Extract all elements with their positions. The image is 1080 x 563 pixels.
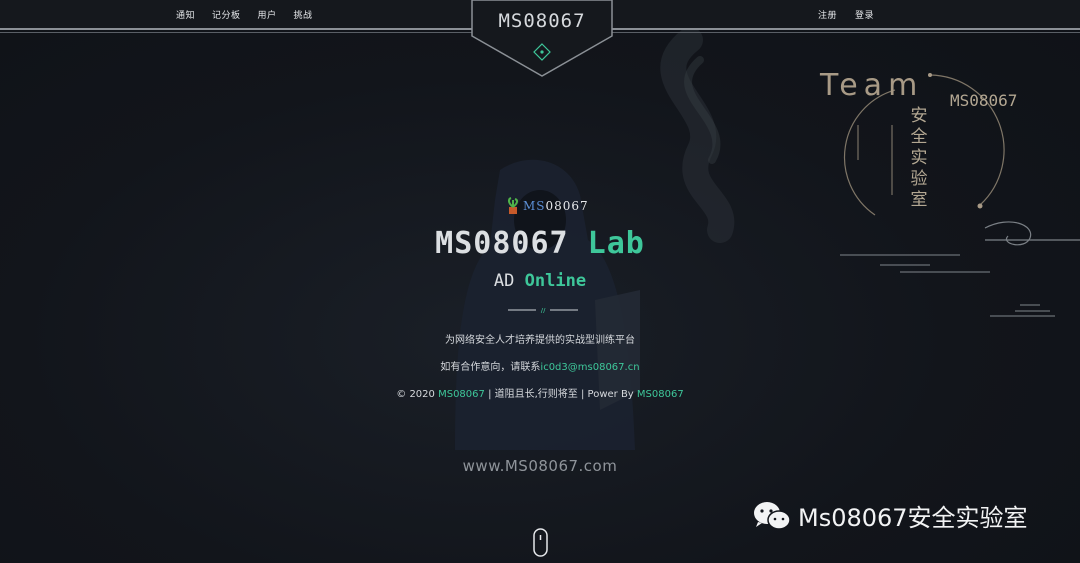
- logo-ms-part: MS: [523, 199, 546, 213]
- hero-title-accent: Lab: [587, 226, 645, 261]
- wechat-icon: [754, 501, 791, 530]
- website-url: www.MS08067.com: [462, 457, 618, 475]
- hero-title-main: MS08067: [435, 226, 569, 261]
- hero-subtitle: AD Online: [0, 271, 1080, 291]
- nav-login[interactable]: 登录: [855, 8, 874, 21]
- footer-middle-text: | 道阻且长,行则将至 | Power By: [488, 389, 634, 400]
- nav-challenges[interactable]: 挑战: [294, 8, 313, 21]
- footer-brand-link-1[interactable]: MS08067: [438, 389, 485, 400]
- brand-badge[interactable]: MS08067: [470, 0, 614, 78]
- wechat-watermark: Ms08067安全实验室: [752, 498, 1028, 533]
- hero-subtitle-accent: Online: [524, 271, 587, 291]
- footer-copyright: © 2020: [396, 389, 435, 400]
- hero-title: MS08067 Lab: [0, 226, 1080, 261]
- team-logo-word: Team: [820, 68, 924, 103]
- hero-contact: 如有合作意向，请联系ic0d3@ms08067.cn: [0, 358, 1080, 373]
- team-logo-cn: 安全实验室: [910, 106, 928, 210]
- nav-register[interactable]: 注册: [818, 8, 837, 21]
- divider-mark: //: [541, 307, 546, 313]
- contact-prefix: 如有合作意向，请联系: [440, 362, 541, 373]
- hero-divider: //: [508, 307, 578, 313]
- hero-footer: © 2020 MS08067 | 道阻且长,行则将至 | Power By MS…: [0, 385, 1080, 400]
- hacker-silhouette-image: [455, 159, 640, 450]
- contact-email-link[interactable]: ic0d3@ms08067.cn: [540, 362, 639, 373]
- footer-brand-link-2[interactable]: MS08067: [637, 389, 684, 400]
- watermark-text: Ms08067安全实验室: [798, 504, 1028, 532]
- hero-small-logo-text: MS08067: [523, 199, 589, 213]
- nav-left-group: 通知 记分板 用户 挑战: [176, 8, 313, 21]
- badge-brand-text: MS08067: [498, 10, 586, 32]
- nav-scoreboard[interactable]: 记分板: [212, 8, 241, 21]
- scroll-mouse-icon[interactable]: [533, 528, 549, 558]
- nav-users[interactable]: 用户: [258, 8, 277, 21]
- team-logo-ms: MS08067: [950, 91, 1018, 110]
- nav-right-group: 注册 登录: [818, 8, 874, 21]
- nav-notifications[interactable]: 通知: [176, 8, 195, 21]
- page-stage: 通知 记分板 用户 挑战 注册 登录 MS08067 Team 安全实验室 MS…: [0, 0, 1080, 563]
- hero-small-logo: MS08067: [506, 197, 589, 215]
- hero-tagline: 为网络安全人才培养提供的实战型训练平台: [445, 335, 635, 346]
- hero-subtitle-main: AD: [493, 271, 515, 291]
- plant-logo-icon: [507, 197, 519, 214]
- logo-num-part: 08067: [545, 199, 589, 213]
